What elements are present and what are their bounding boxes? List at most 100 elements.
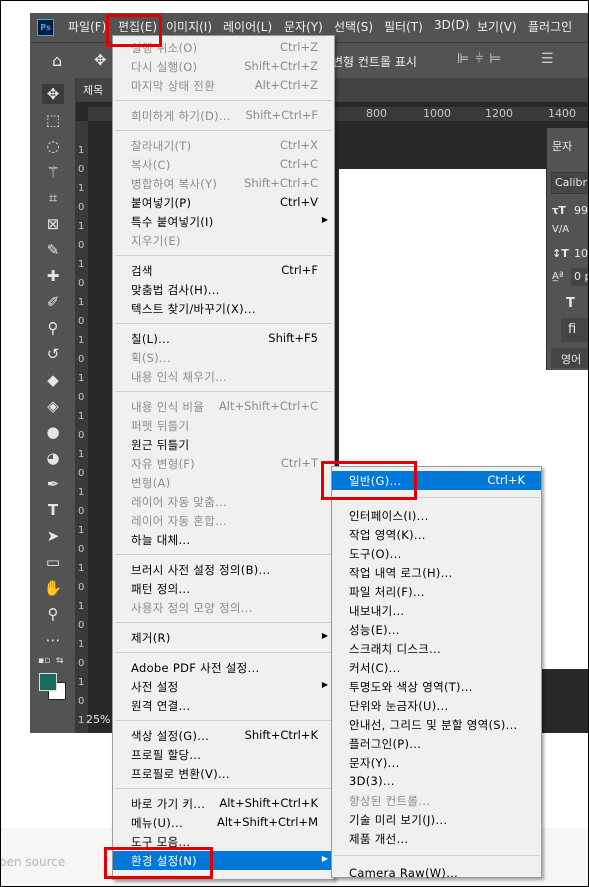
- edit_menu-item[interactable]: 내용 인식 비율 Alt+Shift+Ctrl+C: [113, 397, 334, 416]
- rectangle-tool-icon[interactable]: ▭: [42, 552, 64, 572]
- prefs_menu-item[interactable]: 투명도와 색상 영역(T)...: [332, 677, 541, 696]
- home-icon[interactable]: ⌂: [52, 51, 62, 70]
- edit_menu-item[interactable]: 브러시 사전 설정 정의(B)...: [113, 560, 334, 579]
- edit_menu-item[interactable]: 마지막 상태 전환 Alt+Ctrl+Z: [113, 76, 334, 95]
- paint-bucket-tool-icon[interactable]: ◈: [42, 396, 64, 416]
- edit_menu-item[interactable]: 원근 뒤틀기: [113, 435, 334, 454]
- crop-tool-icon[interactable]: ⌗: [42, 188, 64, 208]
- edit_menu-item[interactable]: 붙여넣기(P) Ctrl+V: [113, 193, 334, 212]
- align-buttons-icon[interactable]: ⊫⫩⊨: [457, 51, 507, 67]
- edit_menu-item[interactable]: 희미하게 하기(D)... Shift+Ctrl+F: [113, 106, 334, 125]
- prefs_menu-item[interactable]: 커서(C)...: [332, 658, 541, 677]
- menu-type[interactable]: 문자(Y): [284, 18, 323, 35]
- edit_menu-item[interactable]: 프로필로 변환(V)...: [113, 764, 334, 783]
- edit_menu-item[interactable]: 퍼펫 뒤틀기: [113, 416, 334, 435]
- brush-tool-icon[interactable]: ✐: [42, 292, 64, 312]
- prefs_menu-item[interactable]: 기술 미리 보기(J)...: [332, 810, 541, 829]
- prefs_menu-item[interactable]: 향상된 컨트롤...: [332, 791, 541, 810]
- font-size-value[interactable]: 99: [574, 204, 588, 217]
- tracking-value[interactable]: 10: [574, 247, 588, 260]
- prefs_menu-item[interactable]: 성능(E)...: [332, 620, 541, 639]
- edit_menu-item[interactable]: 검색 Ctrl+F: [113, 261, 334, 280]
- prefs_menu-item[interactable]: 도구(O)...: [332, 544, 541, 563]
- edit_menu-item[interactable]: 내용 인식 채우기...: [113, 367, 334, 386]
- menu-layer[interactable]: 레이어(L): [223, 18, 272, 35]
- menu-view[interactable]: 보기(V): [477, 18, 517, 35]
- menu-3d[interactable]: 3D(D): [434, 18, 469, 32]
- default-colors-icon[interactable]: ▪▫: [38, 656, 50, 666]
- edit_menu-item[interactable]: 변형(A): [113, 473, 334, 492]
- edit_menu-item[interactable]: 획(S)...: [113, 348, 334, 367]
- edit_menu-item[interactable]: 복사(C) Ctrl+C: [113, 155, 334, 174]
- edit_menu-item[interactable]: 칠(L)... Shift+F5: [113, 329, 334, 348]
- blur-tool-icon[interactable]: ●: [42, 422, 64, 442]
- more-tools-icon[interactable]: ⋯: [42, 630, 64, 650]
- magic-wand-tool-icon[interactable]: ⚚: [42, 162, 64, 182]
- lasso-tool-icon[interactable]: ◌: [42, 136, 64, 156]
- edit_menu-item[interactable]: 자유 변형(F) Ctrl+T: [113, 454, 334, 473]
- faux-bold-icon[interactable]: T: [566, 296, 575, 311]
- foreground-color-swatch[interactable]: [39, 673, 57, 691]
- history-brush-tool-icon[interactable]: ↺: [42, 344, 64, 364]
- edit_menu-item[interactable]: 패턴 정의...: [113, 579, 334, 598]
- type-tool-icon[interactable]: T: [42, 500, 64, 520]
- marquee-tool-icon[interactable]: ⬚: [42, 110, 64, 130]
- edit_menu-item[interactable]: 레이어 자동 맞춤...: [113, 492, 334, 511]
- prefs_menu-item[interactable]: 작업 내역 로그(H)...: [332, 563, 541, 582]
- prefs_menu-item[interactable]: 인터페이스(I)...: [332, 506, 541, 525]
- prefs_menu-item[interactable]: 문자(Y)...: [332, 753, 541, 772]
- edit_menu-item[interactable]: 사용자 정의 모양 정의...: [113, 598, 334, 617]
- edit_menu-item[interactable]: 텍스트 찾기/바꾸기(X)...: [113, 299, 334, 318]
- dodge-tool-icon[interactable]: ◕: [42, 448, 64, 468]
- frame-tool-icon[interactable]: ⊠: [42, 214, 64, 234]
- prefs_menu-item[interactable]: 안내선, 그리드 및 분할 영역(S)...: [332, 715, 541, 734]
- prefs_menu-item[interactable]: Camera Raw(W)...: [332, 864, 541, 883]
- prefs_menu-item[interactable]: 제품 개선...: [332, 829, 541, 848]
- edit_menu-item[interactable]: 색상 설정(G)... Shift+Ctrl+K: [113, 726, 334, 745]
- menu-plugins[interactable]: 플러그인: [528, 18, 572, 35]
- edit_menu-item[interactable]: 바로 가기 키... Alt+Shift+Ctrl+K: [113, 794, 334, 813]
- prefs_menu-item[interactable]: 작업 영역(K)...: [332, 525, 541, 544]
- baseline-field[interactable]: 0 p: [571, 268, 588, 286]
- edit_menu-item[interactable]: 프로필 할당...: [113, 745, 334, 764]
- hand-tool-icon[interactable]: ✋: [42, 578, 64, 598]
- character-panel-title[interactable]: 문자: [552, 138, 572, 154]
- menu-file[interactable]: 파일(F): [68, 18, 106, 35]
- prefs_menu-item[interactable]: 내보내기...: [332, 601, 541, 620]
- distribute-icon[interactable]: ☰: [541, 51, 554, 67]
- document-tab-title[interactable]: 제목: [83, 82, 103, 98]
- edit_menu-item[interactable]: 원격 연결...: [113, 696, 334, 715]
- menu-filter[interactable]: 필터(T): [384, 18, 423, 35]
- edit_menu-item[interactable]: 제거(R) ▶: [113, 628, 334, 647]
- font-family-field[interactable]: Calibri: [551, 172, 588, 194]
- pen-tool-icon[interactable]: ✒: [42, 474, 64, 494]
- edit_menu-item[interactable]: 특수 붙여넣기(I) ▶: [113, 212, 334, 231]
- eyedropper-tool-icon[interactable]: ✎: [42, 240, 64, 260]
- prefs_menu-item[interactable]: 스크래치 디스크...: [332, 639, 541, 658]
- edit_menu-item[interactable]: 다시 실행(O) Shift+Ctrl+Z: [113, 57, 334, 76]
- edit_menu-item[interactable]: 하늘 대체...: [113, 530, 334, 549]
- show-transform-controls-label[interactable]: 변형 컨트롤 표시: [332, 53, 417, 70]
- healing-brush-tool-icon[interactable]: ✚: [42, 266, 64, 286]
- edit_menu-item[interactable]: Adobe PDF 사전 설정...: [113, 658, 334, 677]
- zoom-level[interactable]: 25%: [86, 713, 110, 726]
- move-tool-icon[interactable]: ✥: [42, 84, 64, 104]
- edit_menu-item[interactable]: 병합하여 복사(Y) Shift+Ctrl+C: [113, 174, 334, 193]
- language-field[interactable]: 영어: [551, 348, 588, 368]
- edit_menu-item[interactable]: 사전 설정 ▶: [113, 677, 334, 696]
- prefs_menu-item[interactable]: 3D(3)...: [332, 772, 541, 791]
- zoom-tool-icon[interactable]: ⚲: [42, 604, 64, 624]
- ligature-button[interactable]: fi: [561, 318, 588, 342]
- edit_menu-item[interactable]: 맞춤법 검사(H)...: [113, 280, 334, 299]
- edit_menu-item[interactable]: 레이어 자동 혼합...: [113, 511, 334, 530]
- prefs_menu-item[interactable]: 플러그인(P)...: [332, 734, 541, 753]
- prefs_menu-item[interactable]: 파일 처리(F)...: [332, 582, 541, 601]
- menu-image[interactable]: 이미지(I): [166, 18, 212, 35]
- edit_menu-item[interactable]: 잘라내기(T) Ctrl+X: [113, 136, 334, 155]
- menu-select[interactable]: 선택(S): [334, 18, 373, 35]
- eraser-tool-icon[interactable]: ◆: [42, 370, 64, 390]
- move-tool-icon[interactable]: ✥: [94, 51, 107, 69]
- swap-colors-icon[interactable]: ⇆: [56, 656, 64, 666]
- path-selection-tool-icon[interactable]: ➤: [42, 526, 64, 546]
- clone-stamp-tool-icon[interactable]: ⚲: [42, 318, 64, 338]
